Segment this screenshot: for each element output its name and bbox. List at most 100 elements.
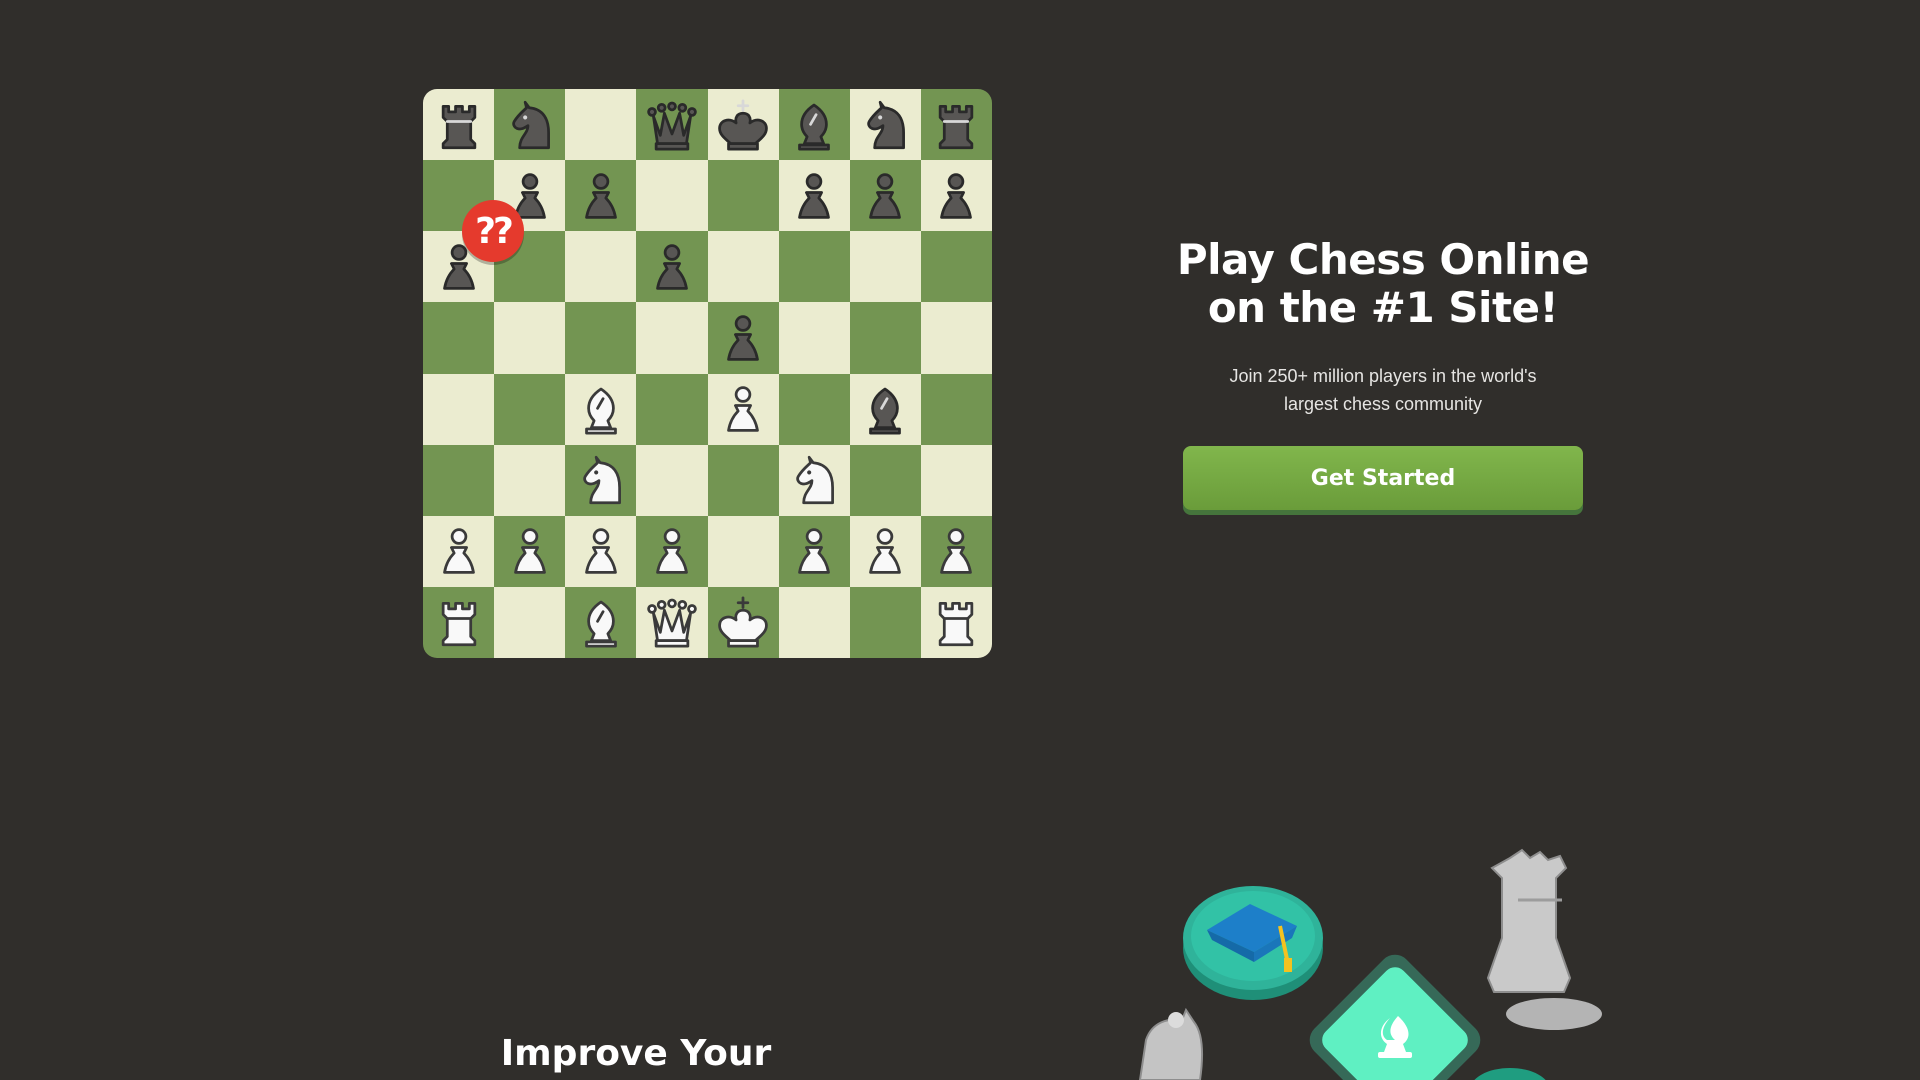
square-b1[interactable]: [494, 586, 566, 658]
black-pawn-icon: [869, 172, 902, 219]
square-h1[interactable]: [920, 586, 992, 658]
lessons-illustration-svg: [1138, 848, 1602, 1080]
black-pawn-icon: [656, 244, 688, 290]
white-pawn-icon: [513, 528, 546, 575]
white-pawn-icon: [442, 528, 475, 575]
square-d2[interactable]: [636, 515, 708, 587]
square-e1[interactable]: [707, 586, 779, 658]
hero-title: Play Chess Online on the #1 Site!: [1133, 236, 1633, 332]
square-g5[interactable]: [849, 302, 921, 374]
square-a4[interactable]: [423, 373, 495, 445]
square-c2[interactable]: [565, 515, 637, 587]
white-queen-icon: [647, 599, 697, 648]
black-king-icon: [718, 99, 768, 151]
square-c1[interactable]: [565, 586, 637, 658]
square-a8[interactable]: [423, 89, 495, 161]
square-b8[interactable]: [494, 89, 566, 161]
hero-title-line1: Play Chess Online: [1176, 235, 1590, 284]
square-f5[interactable]: [778, 302, 850, 374]
black-pawn-icon: [940, 172, 973, 219]
square-c6[interactable]: [565, 231, 637, 303]
square-d7[interactable]: [636, 160, 708, 232]
square-d4[interactable]: [636, 373, 708, 445]
square-b3[interactable]: [494, 444, 566, 516]
black-pawn-icon: [798, 172, 831, 219]
square-f2[interactable]: [778, 515, 850, 587]
white-pawn-icon: [798, 528, 831, 575]
hero-subtitle: Join 250+ million players in the world's…: [1229, 366, 1537, 414]
square-d5[interactable]: [636, 302, 708, 374]
square-h2[interactable]: [920, 515, 992, 587]
white-bishop-icon: [584, 601, 617, 648]
white-knight-icon: [796, 456, 835, 505]
square-a5[interactable]: [423, 302, 495, 374]
square-c5[interactable]: [565, 302, 637, 374]
square-e7[interactable]: [707, 160, 779, 232]
square-h8[interactable]: [920, 89, 992, 161]
square-g4[interactable]: [849, 373, 921, 445]
white-pawn-icon: [656, 528, 688, 575]
square-a3[interactable]: [423, 444, 495, 516]
square-a2[interactable]: [423, 515, 495, 587]
black-bishop-icon: [798, 103, 831, 151]
white-bishop-icon: [584, 387, 617, 435]
square-e5[interactable]: [707, 302, 779, 374]
square-f1[interactable]: [778, 586, 850, 658]
square-a1[interactable]: [423, 586, 495, 658]
square-h3[interactable]: [920, 444, 992, 516]
square-b5[interactable]: [494, 302, 566, 374]
square-d1[interactable]: [636, 586, 708, 658]
get-started-button[interactable]: Get Started: [1183, 446, 1583, 510]
square-e8[interactable]: [707, 89, 779, 161]
home-page: ?? Play Chess Online on the #1 Site! Joi…: [0, 0, 1920, 1080]
square-d8[interactable]: [636, 89, 708, 161]
square-g8[interactable]: [849, 89, 921, 161]
white-knight-icon: [583, 456, 621, 505]
black-pawn-icon: [584, 172, 617, 219]
square-g3[interactable]: [849, 444, 921, 516]
square-e4[interactable]: [707, 373, 779, 445]
white-king-icon: [718, 596, 768, 648]
square-h4[interactable]: [920, 373, 992, 445]
black-knight-icon: [511, 100, 550, 149]
bishop-tile-icon: [1309, 954, 1481, 1080]
blunder-badge: ??: [462, 200, 524, 262]
teal-token-icon: [1474, 1068, 1546, 1080]
square-f4[interactable]: [778, 373, 850, 445]
graduation-cap-icon: [1183, 886, 1323, 1000]
square-g7[interactable]: [849, 160, 921, 232]
square-c8[interactable]: [565, 89, 637, 161]
white-pawn-icon: [727, 386, 759, 432]
square-h7[interactable]: [920, 160, 992, 232]
white-pawn-icon: [584, 528, 617, 575]
lessons-illustration: [1120, 840, 1640, 1080]
square-h5[interactable]: [920, 302, 992, 374]
square-d3[interactable]: [636, 444, 708, 516]
square-f3[interactable]: [778, 444, 850, 516]
square-c4[interactable]: [565, 373, 637, 445]
square-g2[interactable]: [849, 515, 921, 587]
black-bishop-icon: [869, 387, 902, 435]
square-g6[interactable]: [849, 231, 921, 303]
square-e2[interactable]: [707, 515, 779, 587]
square-f6[interactable]: [778, 231, 850, 303]
square-c7[interactable]: [565, 160, 637, 232]
hero-title-line2: on the #1 Site!: [1207, 283, 1559, 332]
square-h6[interactable]: [920, 231, 992, 303]
square-d6[interactable]: [636, 231, 708, 303]
white-rook-icon: [441, 602, 476, 647]
square-c3[interactable]: [565, 444, 637, 516]
square-f8[interactable]: [778, 89, 850, 161]
square-g1[interactable]: [849, 586, 921, 658]
knight-statue-icon: [1138, 1007, 1203, 1080]
white-pawn-icon: [940, 528, 973, 575]
black-rook-icon: [441, 104, 476, 149]
chess-board[interactable]: [423, 89, 992, 658]
square-b2[interactable]: [494, 515, 566, 587]
square-e6[interactable]: [707, 231, 779, 303]
square-b4[interactable]: [494, 373, 566, 445]
black-pawn-icon: [727, 315, 759, 361]
square-f7[interactable]: [778, 160, 850, 232]
square-e3[interactable]: [707, 444, 779, 516]
black-rook-icon: [939, 104, 974, 149]
